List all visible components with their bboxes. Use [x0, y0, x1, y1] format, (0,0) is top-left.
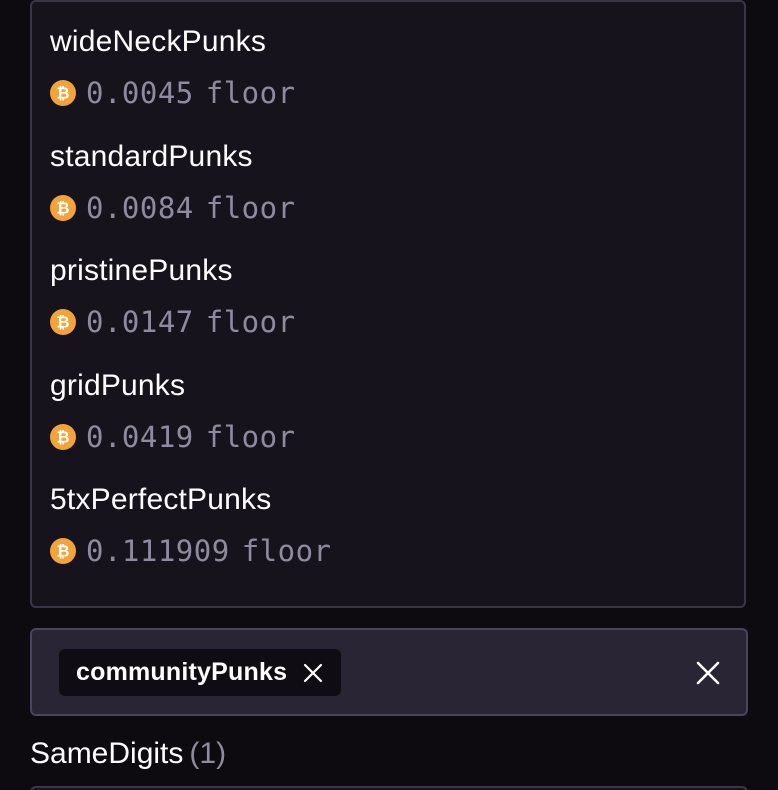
svg-text:₿: ₿: [56, 313, 69, 332]
price-value: 0.0147: [86, 305, 194, 339]
bitcoin-icon: ₿: [50, 80, 76, 106]
bitcoin-icon: ₿: [50, 194, 76, 221]
trait-name: pristinePunks: [50, 254, 233, 287]
bitcoin-icon: ₿: [50, 538, 76, 564]
price-suffix: floor: [205, 419, 296, 454]
price-value: 0.0084: [86, 190, 194, 225]
selected-filters-input[interactable]: communityPunks: [30, 628, 748, 716]
list-item[interactable]: gridPunks ₿ 0.0419 floor: [50, 368, 744, 483]
price-row: ₿ 0.0084 floor: [50, 191, 744, 225]
filter-chip[interactable]: communityPunks: [59, 649, 342, 696]
price-suffix: floor: [241, 534, 332, 568]
list-item[interactable]: wideNeckPunks ₿ 0.0045 floor: [50, 24, 744, 139]
price-value: 0.0045: [86, 76, 194, 110]
price-suffix: floor: [205, 305, 296, 339]
svg-text:₿: ₿: [56, 427, 69, 446]
trait-list-panel: wideNeckPunks ₿ 0.0045 floor standardPun…: [30, 0, 746, 608]
price-row: ₿ 0.111909 floor: [50, 534, 744, 568]
price-suffix: floor: [205, 76, 296, 110]
section-title: SameDigits: [30, 737, 184, 770]
section-count: (1): [189, 737, 227, 770]
list-item[interactable]: standardPunks ₿ 0.0084 floor: [50, 139, 744, 254]
page: wideNeckPunks ₿ 0.0045 floor standardPun…: [0, 0, 778, 790]
svg-text:₿: ₿: [56, 198, 69, 217]
bitcoin-icon: ₿: [50, 423, 76, 450]
filter-chip-label: communityPunks: [76, 658, 288, 686]
price-row: ₿ 0.0045 floor: [50, 76, 744, 110]
list-item[interactable]: 5txPerfectPunks ₿ 0.111909 floor: [50, 482, 744, 597]
trait-name: 5txPerfectPunks: [50, 483, 272, 516]
trait-name: wideNeckPunks: [50, 25, 267, 58]
price-value: 0.0419: [86, 419, 194, 454]
clear-all-close-icon[interactable]: [694, 659, 722, 687]
next-panel: [30, 786, 748, 790]
price-suffix: floor: [205, 190, 296, 225]
svg-text:₿: ₿: [56, 542, 69, 561]
price-row: ₿ 0.0147 floor: [50, 305, 744, 339]
svg-text:₿: ₿: [56, 84, 69, 103]
bitcoin-icon: ₿: [50, 309, 76, 335]
trait-name: gridPunks: [50, 368, 186, 402]
trait-name: standardPunks: [50, 139, 253, 173]
price-row: ₿ 0.0419 floor: [50, 420, 744, 454]
section-heading: SameDigits (1): [30, 734, 226, 774]
close-icon[interactable]: [301, 661, 325, 685]
list-item[interactable]: pristinePunks ₿ 0.0147 floor: [50, 253, 744, 368]
price-value: 0.111909: [86, 534, 230, 568]
